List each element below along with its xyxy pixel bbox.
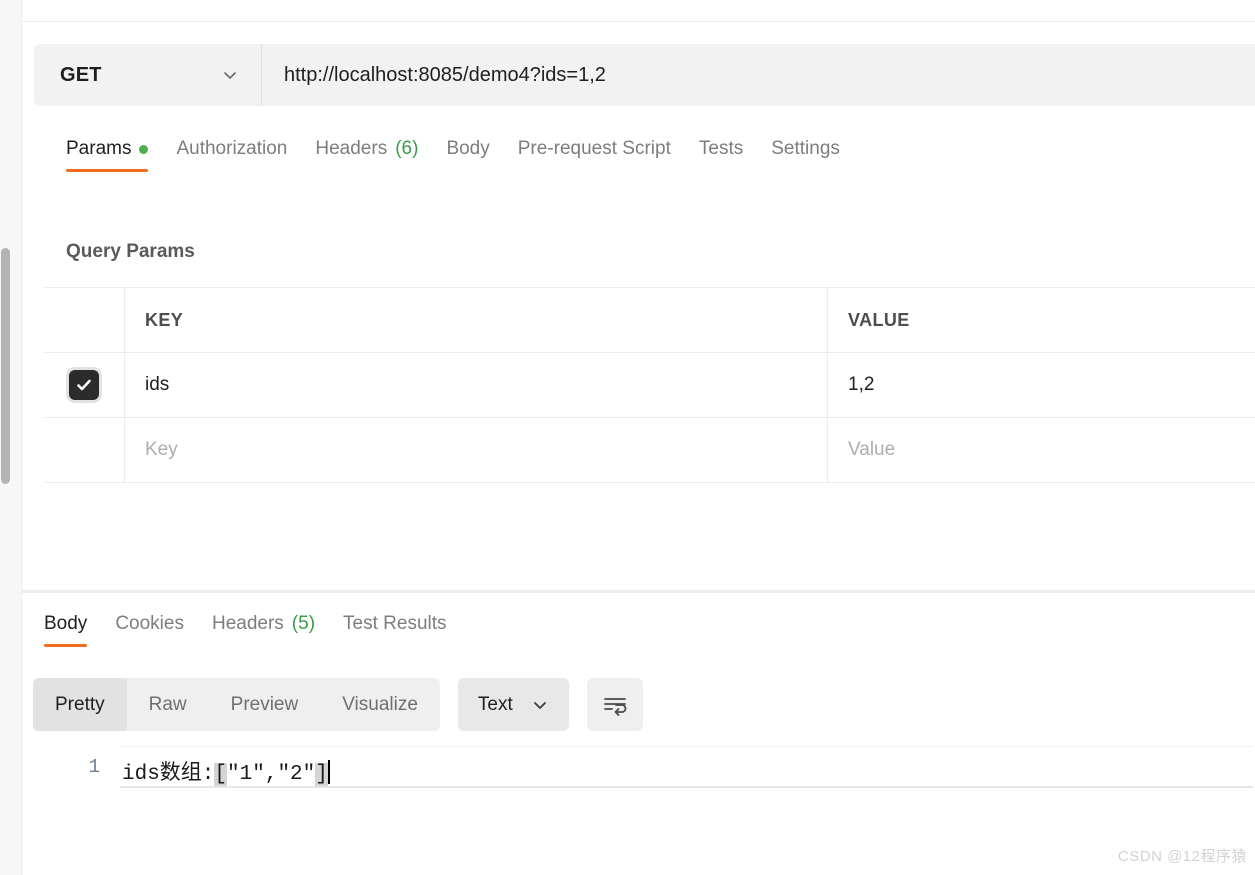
table-row: Key Value [44,418,1255,483]
word-wrap-button[interactable] [586,678,643,731]
response-tab-body-label: Body [44,613,88,634]
response-tab-test-results[interactable]: Test Results [329,601,460,647]
tab-authorization-label: Authorization [176,138,288,159]
tab-settings[interactable]: Settings [757,126,854,172]
tab-tests-label: Tests [698,138,744,159]
tab-params[interactable]: Params [46,126,162,172]
param-key-input-empty[interactable]: Key [125,418,828,482]
table-header-row: KEY VALUE [44,288,1255,353]
param-key-placeholder: Key [145,439,178,460]
tab-headers-label: Headers [315,138,388,159]
view-mode-pretty[interactable]: Pretty [33,678,127,731]
scrollbar-thumb[interactable] [1,248,10,484]
response-format-select[interactable]: Text [457,678,569,731]
param-enabled-checkbox[interactable] [69,370,99,400]
tab-headers-count: (6) [395,138,419,159]
row-checkbox-cell [44,418,125,482]
response-body-open-bracket: [ [214,763,228,786]
http-method-label: GET [60,63,102,86]
response-view-toolbar: Pretty Raw Preview Visualize Text [33,678,643,731]
code-top-border [120,746,1253,747]
tab-body[interactable]: Body [432,126,503,172]
http-method-select[interactable]: GET [34,44,262,106]
watermark: CSDN @12程序猿 [1117,848,1247,865]
header-value-cell: VALUE [828,288,1255,352]
tab-settings-label: Settings [771,138,840,159]
query-params-title: Query Params [66,241,195,262]
tab-headers[interactable]: Headers (6) [301,126,432,172]
line-number: 1 [88,756,100,778]
header-checkbox-cell [44,288,125,352]
response-body-viewer: 1 ids数组:["1","2"] [24,748,1255,808]
table-row: ids 1,2 [44,353,1255,418]
view-mode-visualize[interactable]: Visualize [320,678,440,731]
column-header-value: VALUE [848,309,910,330]
params-modified-dot-icon [139,144,149,154]
word-wrap-icon [602,694,628,716]
response-view-mode-group: Pretty Raw Preview Visualize [33,678,440,731]
query-params-table: KEY VALUE ids 1,2 Key Value [44,287,1255,483]
response-tabs: Body Cookies Headers (5) Test Results [24,601,461,647]
param-value-placeholder: Value [848,439,896,460]
response-body-text[interactable]: ids数组:["1","2"] [122,748,330,786]
response-body-content: "1","2" [227,763,316,786]
tab-authorization[interactable]: Authorization [162,126,301,172]
response-tab-cookies[interactable]: Cookies [101,601,198,647]
request-pane: GET http://localhost:8085/demo4?ids=1,2 … [22,22,1255,590]
tab-params-label: Params [66,138,132,159]
row-checkbox-cell [44,353,125,417]
header-key-cell: KEY [125,288,828,352]
param-key-input[interactable]: ids [125,353,828,417]
postman-window: GET http://localhost:8085/demo4?ids=1,2 … [0,0,1255,875]
request-tabs: Params Authorization Headers (6) Body Pr… [46,126,1255,184]
tab-body-label: Body [446,138,490,159]
code-bottom-border [120,786,1253,788]
response-format-label: Text [477,693,513,715]
view-mode-visualize-label: Visualize [342,693,418,715]
param-value-input-empty[interactable]: Value [828,418,1255,482]
response-body-prefix: ids数组: [122,763,215,786]
vertical-scrollbar[interactable] [0,22,22,875]
url-input[interactable]: http://localhost:8085/demo4?ids=1,2 [262,44,1255,106]
tab-pre-request-script[interactable]: Pre-request Script [504,126,685,172]
url-bar: GET http://localhost:8085/demo4?ids=1,2 [34,44,1255,106]
column-header-key: KEY [145,309,184,330]
response-tab-headers[interactable]: Headers (5) [198,601,329,647]
param-value-value: 1,2 [848,374,875,395]
chevron-down-icon [221,66,239,84]
response-body-close-bracket: ] [315,763,328,786]
text-caret [327,760,330,784]
chevron-down-icon [531,696,549,714]
response-tab-cookies-label: Cookies [115,613,184,634]
tab-pre-request-script-label: Pre-request Script [517,138,671,159]
param-value-input[interactable]: 1,2 [828,353,1255,417]
response-tab-body[interactable]: Body [24,601,101,647]
view-mode-raw-label: Raw [148,693,187,715]
view-mode-preview-label: Preview [230,693,299,715]
response-tab-headers-count: (5) [291,613,316,634]
view-mode-pretty-label: Pretty [55,693,105,715]
response-pane: Body Cookies Headers (5) Test Results Pr… [22,593,1255,875]
response-tab-test-results-label: Test Results [343,613,447,634]
view-mode-raw[interactable]: Raw [127,678,209,731]
tab-tests[interactable]: Tests [685,126,757,172]
view-mode-preview[interactable]: Preview [209,678,321,731]
response-tab-headers-label: Headers [211,613,284,634]
param-key-value: ids [145,374,170,395]
